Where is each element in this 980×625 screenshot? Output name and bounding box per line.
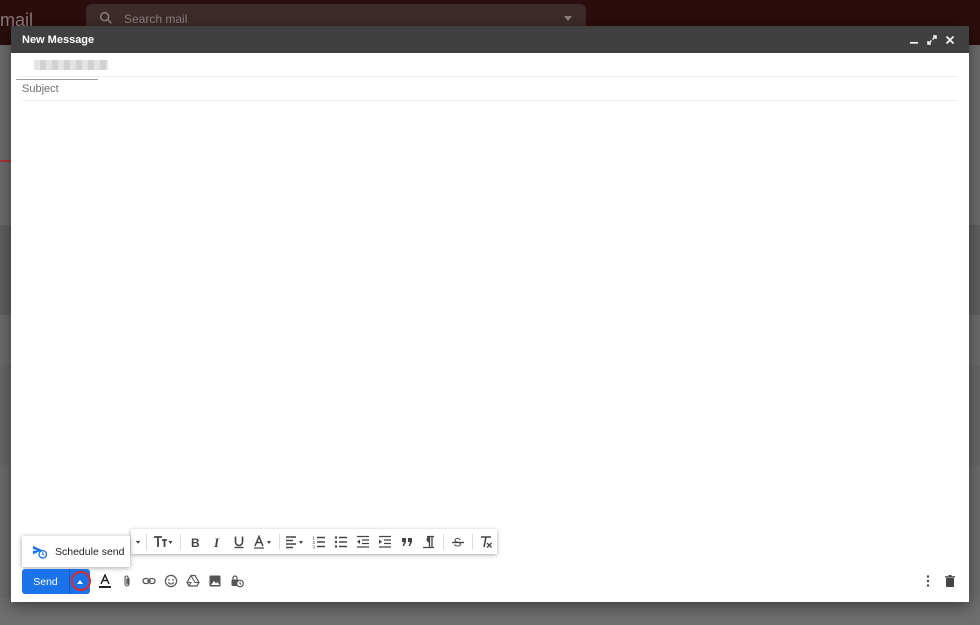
search-placeholder: Search mail <box>124 12 188 26</box>
formatting-toolbar: B I 1 2 3 S <box>131 529 497 554</box>
insert-link-button[interactable] <box>138 570 160 592</box>
recipient-chip-redacted[interactable] <box>34 59 108 70</box>
send-button[interactable]: Send <box>22 569 70 594</box>
indent-less-icon <box>357 535 370 548</box>
emoji-icon <box>164 574 178 588</box>
svg-text:I: I <box>213 535 220 549</box>
formatting-options-button[interactable] <box>94 570 116 592</box>
numbered-list-button[interactable]: 1 2 3 <box>308 532 330 552</box>
quote-button[interactable] <box>396 532 418 552</box>
text-size-icon <box>154 535 173 547</box>
indent-more-icon <box>379 535 392 548</box>
indent-more-button[interactable] <box>374 532 396 552</box>
compose-window: New Message Subject B I 1 2 3 S Schedule… <box>11 26 969 602</box>
svg-text:3: 3 <box>313 544 316 549</box>
text-color-button[interactable] <box>250 532 276 552</box>
subject-row <box>22 77 958 101</box>
strikethrough-icon: S <box>451 535 464 549</box>
fullscreen-icon <box>927 34 937 45</box>
bottom-toolbar <box>94 570 248 592</box>
underline-icon <box>234 536 244 548</box>
strikethrough-button[interactable]: S <box>447 532 469 552</box>
close-button[interactable] <box>942 32 958 48</box>
schedule-send-label: Schedule send <box>55 545 125 558</box>
quote-icon <box>402 537 413 546</box>
insert-photo-icon <box>209 575 221 587</box>
attach-file-icon <box>124 575 130 587</box>
text-color-icon <box>253 534 271 549</box>
clear-formatting-button[interactable] <box>475 532 497 552</box>
fullscreen-button[interactable] <box>924 32 940 48</box>
indent-less-button[interactable] <box>352 532 374 552</box>
formatting-options-icon <box>99 574 111 588</box>
recipients-underline <box>16 79 98 80</box>
italic-button[interactable]: I <box>206 532 228 552</box>
bold-button[interactable]: B <box>184 532 206 552</box>
message-body[interactable] <box>22 106 958 526</box>
attach-file-button[interactable] <box>116 570 138 592</box>
schedule-send-icon <box>32 545 47 559</box>
insert-photo-button[interactable] <box>204 570 226 592</box>
search-icon <box>99 11 112 24</box>
compose-title: New Message <box>22 33 95 46</box>
subject-input[interactable] <box>22 82 958 95</box>
schedule-send-menu-item[interactable]: Schedule send <box>22 536 130 567</box>
recipients-field[interactable] <box>22 53 958 77</box>
numbered-list-icon: 1 2 3 <box>313 535 326 549</box>
highlight-ring <box>71 571 91 591</box>
svg-text:B: B <box>191 536 200 549</box>
underline-button[interactable] <box>228 532 250 552</box>
more-options-button[interactable] <box>917 570 939 592</box>
send-button-group: Send <box>22 569 91 594</box>
bulleted-list-button[interactable] <box>330 532 352 552</box>
clear-formatting-icon <box>481 535 492 548</box>
dropdown-caret-icon <box>135 540 141 544</box>
remove-formatting-button[interactable] <box>418 532 440 552</box>
bulleted-list-icon <box>335 535 348 548</box>
more-send-options-button[interactable] <box>70 569 91 594</box>
align-icon <box>286 535 304 548</box>
minimize-icon <box>910 41 918 44</box>
search-options-icon[interactable] <box>564 16 572 21</box>
remove-formatting-icon <box>423 535 435 548</box>
insert-emoji-button[interactable] <box>160 570 182 592</box>
italic-icon: I <box>213 535 220 549</box>
confidential-mode-icon <box>231 575 244 588</box>
discard-draft-button[interactable] <box>939 570 961 592</box>
more-options-icon <box>926 575 930 587</box>
insert-link-icon <box>142 577 156 585</box>
text-size-button[interactable] <box>149 532 177 552</box>
align-button[interactable] <box>282 532 308 552</box>
confidential-mode-button[interactable] <box>226 570 248 592</box>
compose-header: New Message <box>11 26 969 53</box>
minimize-button[interactable] <box>906 32 922 48</box>
bold-icon: B <box>191 536 200 549</box>
discard-draft-icon <box>945 575 955 587</box>
font-dropdown-button[interactable] <box>133 532 143 552</box>
bottom-right-actions <box>917 570 961 592</box>
google-drive-button[interactable] <box>182 570 204 592</box>
google-drive-icon <box>186 574 200 587</box>
close-icon <box>945 35 955 44</box>
inbox-row-partial <box>0 598 980 625</box>
